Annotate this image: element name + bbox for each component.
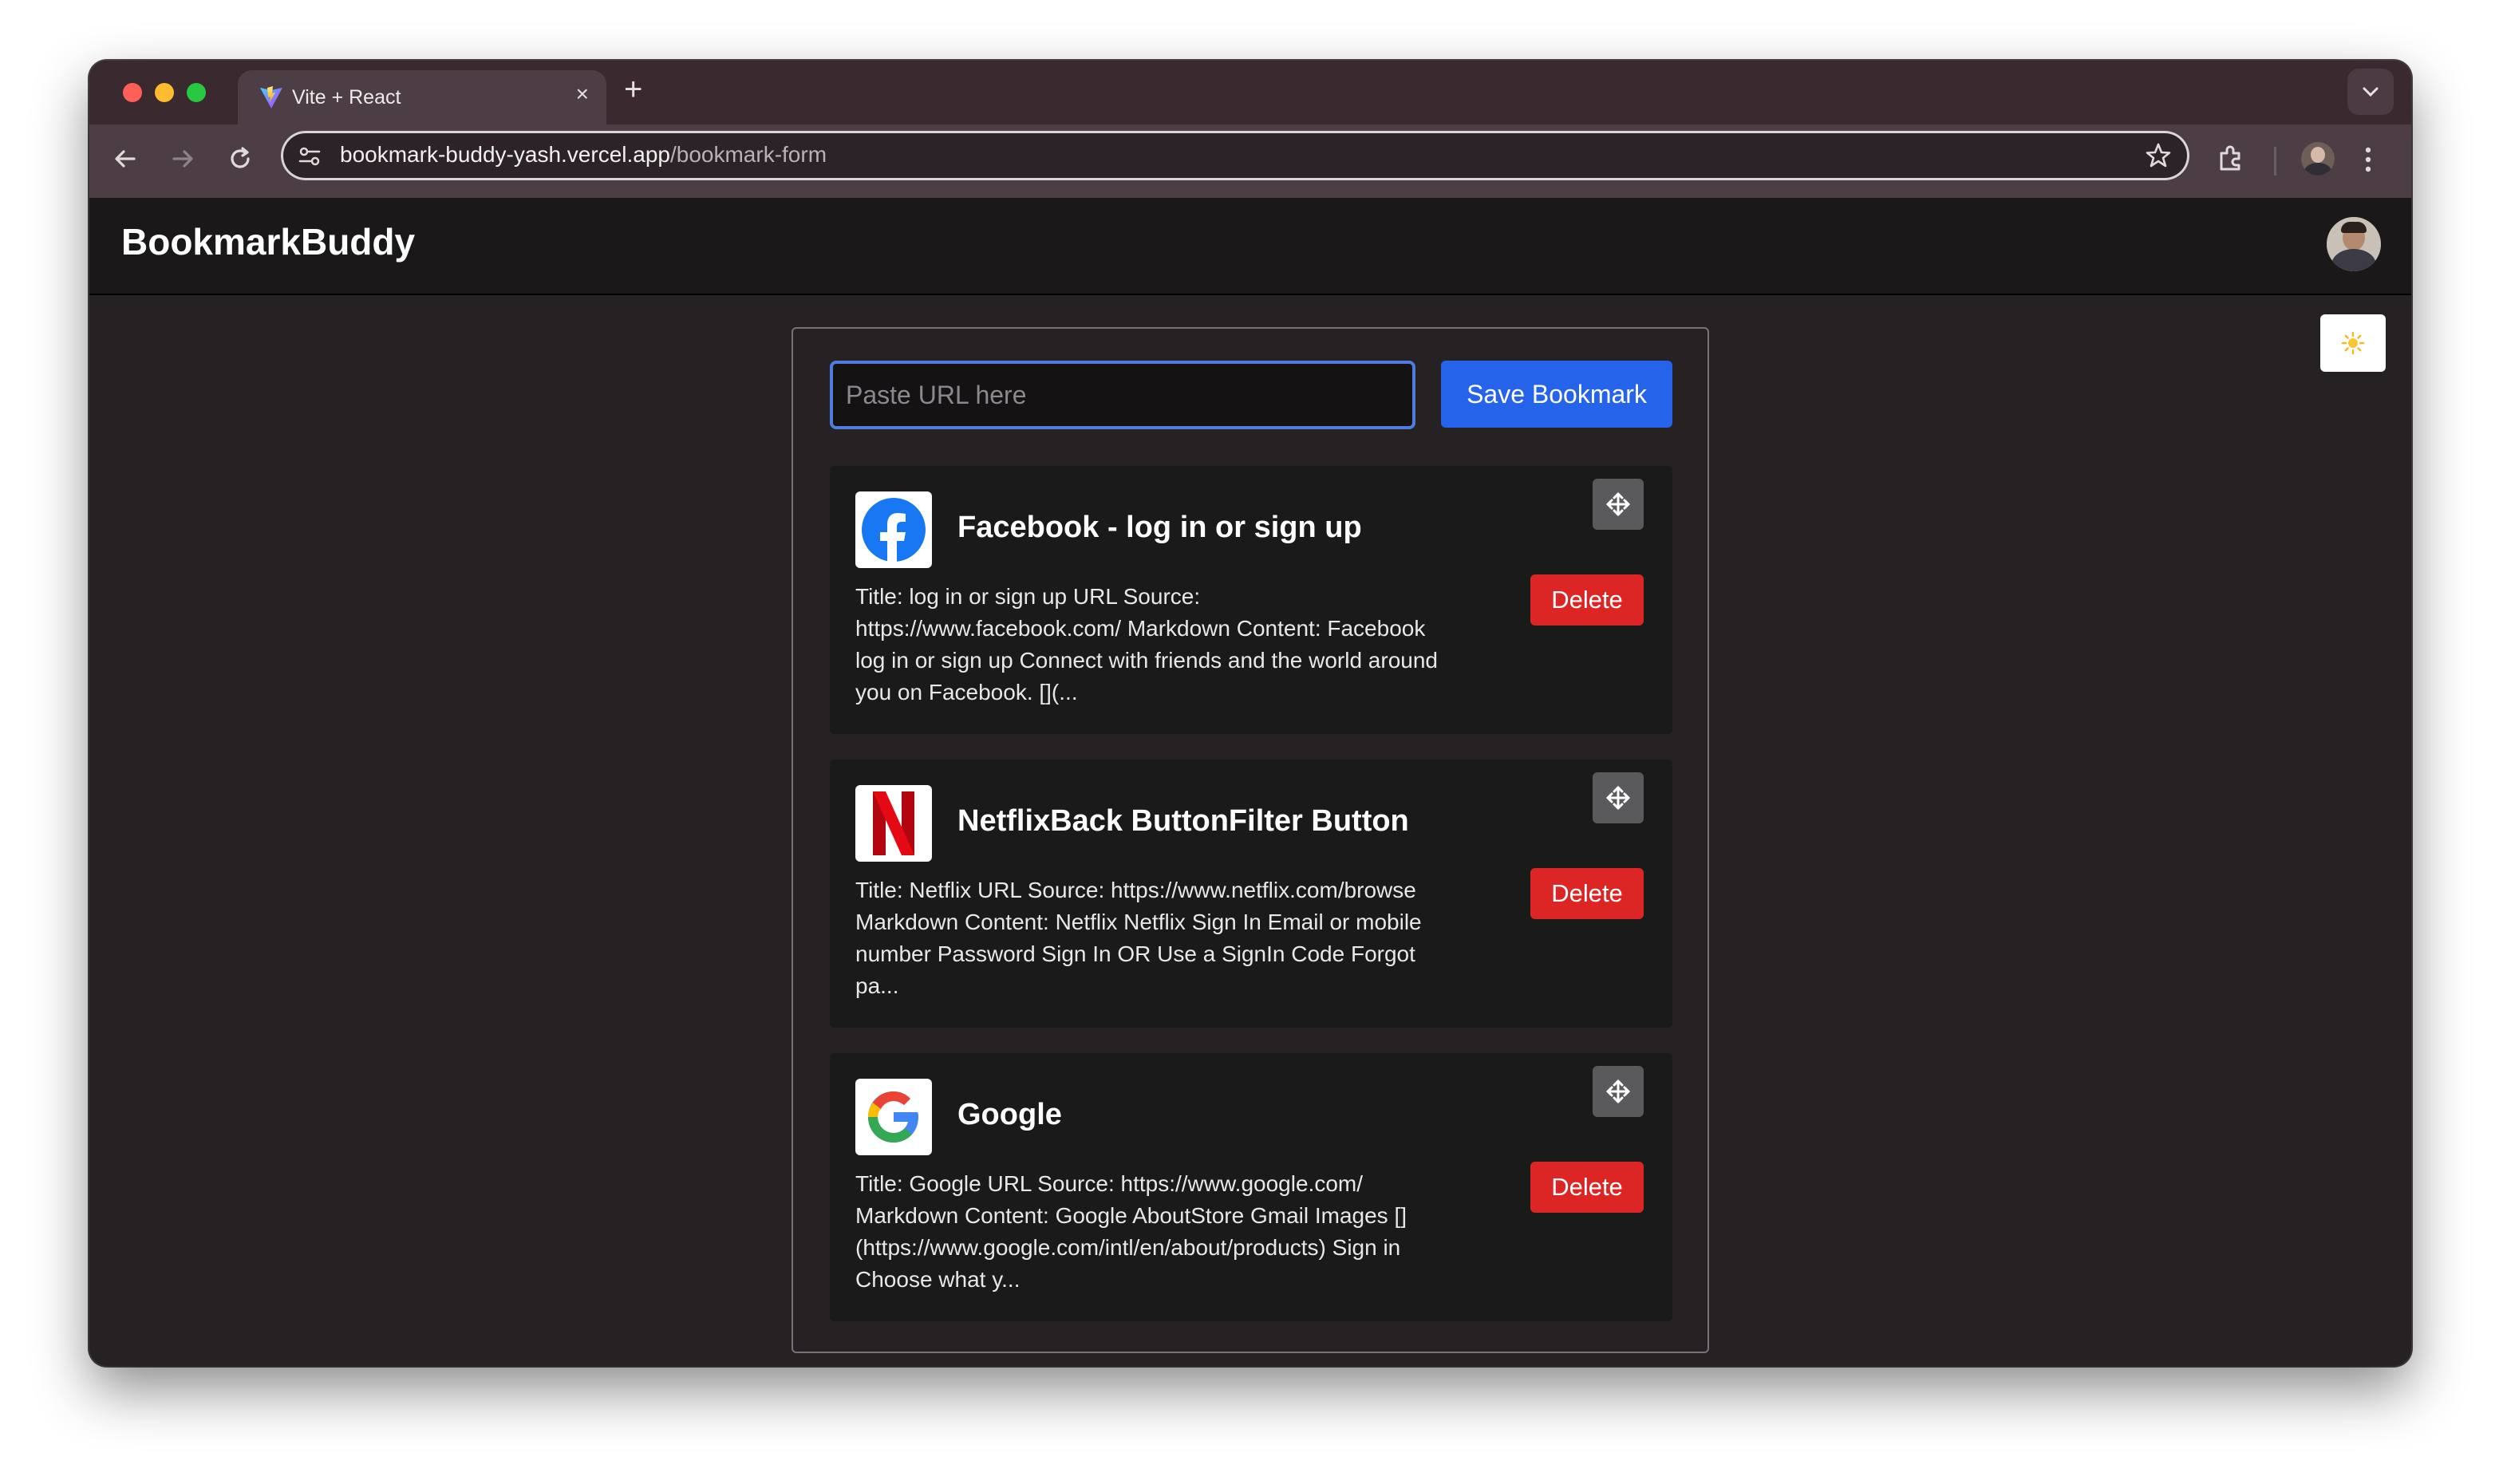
bookmark-title[interactable]: NetflixBack ButtonFilter Button [957, 804, 1409, 839]
new-tab-icon[interactable]: + [624, 72, 642, 108]
site-settings-icon[interactable] [297, 144, 322, 169]
vite-logo-icon [260, 86, 282, 109]
bookmark-title[interactable]: Google [957, 1098, 1062, 1132]
url-path: /bookmark-form [669, 142, 827, 167]
facebook-icon [855, 491, 932, 568]
tab-strip: Vite + React × + [89, 61, 2411, 128]
zoom-window-button[interactable] [187, 83, 206, 102]
sun-icon [2341, 331, 2365, 355]
close-window-button[interactable] [123, 83, 142, 102]
save-bookmark-button[interactable]: Save Bookmark [1441, 361, 1672, 428]
browser-tab-active[interactable]: Vite + React × [238, 70, 606, 128]
tab-search-button[interactable] [2347, 69, 2394, 115]
move-icon [1606, 786, 1630, 810]
netflix-icon [855, 785, 932, 862]
browser-window: Vite + React × + bookmark-buddy-yash.ver… [89, 61, 2411, 1366]
bookmark-title[interactable]: Facebook - log in or sign up [957, 511, 1362, 545]
reload-icon[interactable] [227, 145, 254, 172]
bookmark-description: Title: log in or sign up URL Source: htt… [855, 584, 1438, 705]
back-icon[interactable] [112, 145, 139, 172]
app-header: BookmarkBuddy [89, 198, 2411, 295]
user-avatar[interactable] [2327, 217, 2381, 271]
bookmark-card[interactable]: NetflixBack ButtonFilter Button Title: N… [830, 760, 1672, 1028]
delete-button[interactable]: Delete [1530, 574, 1644, 626]
url-host: bookmark-buddy-yash.vercel.app [340, 142, 670, 167]
minimize-window-button[interactable] [155, 83, 174, 102]
address-bar[interactable]: bookmark-buddy-yash.vercel.app/bookmark-… [281, 131, 2189, 180]
drag-handle-button[interactable] [1593, 772, 1644, 823]
theme-toggle-button[interactable] [2320, 314, 2386, 372]
bookmark-description: Title: Google URL Source: https://www.go… [855, 1171, 1407, 1292]
move-icon [1606, 1079, 1630, 1103]
bookmark-card[interactable]: Facebook - log in or sign up Title: log … [830, 466, 1672, 734]
tab-title: Vite + React [292, 86, 401, 109]
browser-toolbar: bookmark-buddy-yash.vercel.app/bookmark-… [89, 124, 2411, 198]
brand-title[interactable]: BookmarkBuddy [121, 220, 415, 263]
bookmark-card[interactable]: Google Title: Google URL Source: https:/… [830, 1053, 1672, 1321]
url-input[interactable] [830, 361, 1415, 429]
close-tab-icon[interactable]: × [576, 81, 589, 107]
bookmark-description: Title: Netflix URL Source: https://www.n… [855, 878, 1422, 998]
toolbar-divider [2274, 147, 2276, 176]
profile-avatar[interactable] [2301, 142, 2335, 176]
delete-button[interactable]: Delete [1530, 1162, 1644, 1213]
delete-button[interactable]: Delete [1530, 868, 1644, 919]
bookmark-form-panel: Save Bookmark Facebook - log in or sign … [792, 327, 1709, 1353]
move-icon [1606, 492, 1630, 516]
forward-icon[interactable] [169, 145, 196, 172]
more-menu-icon[interactable] [2360, 144, 2376, 176]
google-icon [855, 1079, 932, 1155]
drag-handle-button[interactable] [1593, 1066, 1644, 1117]
extensions-icon[interactable] [2215, 142, 2247, 174]
url-text: bookmark-buddy-yash.vercel.app/bookmark-… [340, 142, 827, 168]
bookmark-star-icon[interactable] [2145, 142, 2172, 169]
chevron-down-icon [2363, 87, 2379, 97]
drag-handle-button[interactable] [1593, 479, 1644, 530]
